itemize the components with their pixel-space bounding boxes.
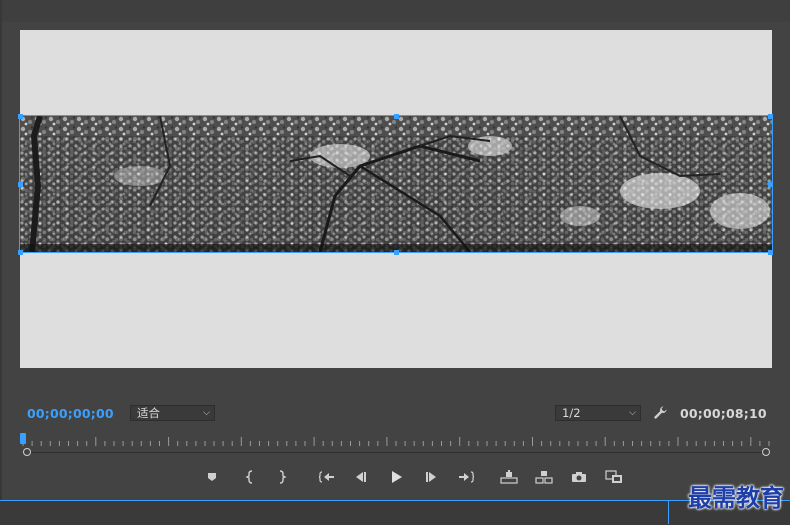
step-forward-icon: [426, 472, 436, 482]
mark-in-icon: [245, 470, 253, 484]
step-back-button[interactable]: [350, 466, 372, 488]
go-to-out-icon: [459, 471, 474, 483]
transport-controls: [0, 466, 790, 490]
marker-icon: [208, 473, 216, 481]
compare-icon: [605, 470, 622, 483]
lift-icon: [500, 470, 518, 484]
camera-icon: [572, 472, 586, 482]
go-to-in-button[interactable]: [316, 466, 338, 488]
panel-header-strip: [0, 0, 790, 22]
time-ruler[interactable]: [22, 434, 770, 448]
mark-out-icon: [279, 470, 287, 484]
bottom-panel: [0, 500, 790, 525]
zoom-scroll-bar[interactable]: [27, 452, 767, 453]
current-timecode[interactable]: 00;00;00;00: [27, 406, 114, 421]
compare-view-button[interactable]: [603, 466, 625, 488]
transform-handle-top-right[interactable]: [768, 114, 773, 119]
transform-handle-middle-right[interactable]: [768, 182, 773, 187]
lift-button[interactable]: [498, 466, 520, 488]
playhead-marker[interactable]: [20, 433, 26, 444]
chevron-down-icon: ⌵: [203, 408, 210, 418]
mark-in-button[interactable]: [239, 466, 261, 488]
snowy-trees-image: [20, 116, 772, 252]
playback-resolution-select[interactable]: 1/2 ⌵: [555, 405, 641, 421]
transform-handle-top-left[interactable]: [18, 114, 23, 119]
extract-button[interactable]: [533, 466, 555, 488]
export-frame-button[interactable]: [568, 466, 590, 488]
video-frame[interactable]: [19, 115, 773, 253]
panel-left-edge: [0, 0, 2, 500]
playback-resolution-value: 1/2: [562, 406, 581, 420]
step-forward-button[interactable]: [420, 466, 442, 488]
step-back-icon: [356, 472, 366, 482]
watermark-logo: 最需教育: [688, 483, 784, 512]
transform-handle-bottom-left[interactable]: [18, 250, 23, 255]
duration-timecode: 00;00;08;10: [680, 406, 767, 421]
add-marker-button[interactable]: [201, 466, 223, 488]
transform-handle-bottom-center[interactable]: [394, 250, 399, 255]
zoom-scroll-end-handle[interactable]: [762, 448, 770, 456]
mark-out-button[interactable]: [271, 466, 293, 488]
transform-handle-bottom-right[interactable]: [768, 250, 773, 255]
transform-handle-middle-left[interactable]: [18, 182, 23, 187]
zoom-level-select[interactable]: 适合 ⌵: [130, 405, 215, 421]
play-icon: [392, 471, 402, 483]
go-to-out-button[interactable]: [455, 466, 477, 488]
play-button[interactable]: [385, 466, 407, 488]
zoom-level-value: 适合: [137, 406, 160, 420]
wrench-settings-icon[interactable]: [652, 405, 668, 421]
go-to-in-icon: [319, 471, 334, 483]
chevron-down-icon: ⌵: [629, 408, 636, 418]
panel-divider: [668, 500, 669, 524]
transform-handle-top-center[interactable]: [394, 114, 399, 119]
program-monitor-canvas[interactable]: [18, 30, 773, 368]
extract-icon: [535, 471, 553, 484]
zoom-scroll-start-handle[interactable]: [23, 448, 31, 456]
